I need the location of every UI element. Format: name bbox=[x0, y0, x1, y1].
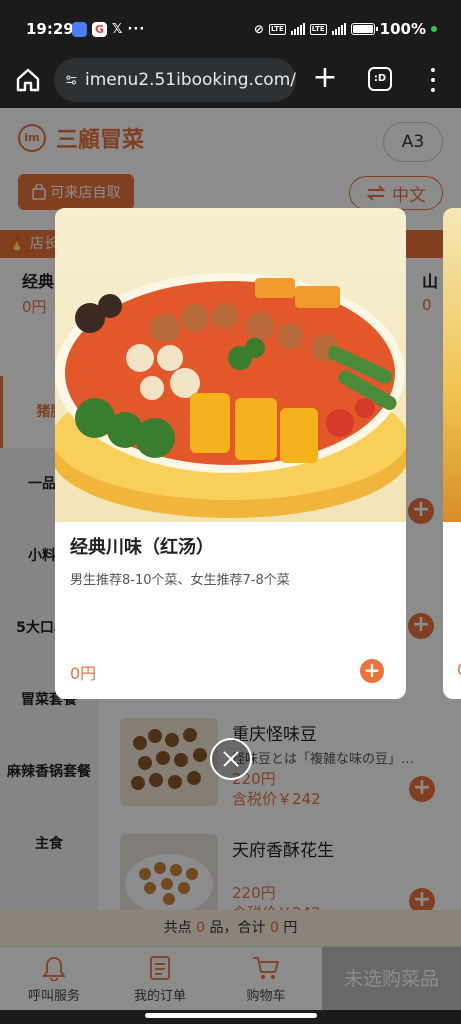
next-dish-card[interactable]: 0 bbox=[443, 208, 461, 699]
new-tab-button[interactable]: + bbox=[310, 63, 340, 94]
site-settings-icon[interactable] bbox=[66, 73, 77, 87]
next-dish-photo bbox=[443, 208, 461, 522]
browser-toolbar: imenu2.51ibooking.com/ + :D bbox=[0, 56, 461, 108]
add-dish-button[interactable]: + bbox=[360, 659, 384, 683]
next-dish-price: 0 bbox=[457, 660, 461, 679]
volte-icon-2: LTE bbox=[309, 23, 327, 35]
vibrate-off-icon: ⊘ bbox=[253, 22, 264, 36]
dish-recommendation: 男生推荐8-10个菜、女生推荐7-8个菜 bbox=[70, 573, 290, 588]
status-bar: 19:29 G 𝕏 ··· ⊘ LTE LTE 100% bbox=[0, 0, 461, 56]
home-icon[interactable] bbox=[14, 66, 42, 94]
address-bar[interactable]: imenu2.51ibooking.com/ bbox=[54, 58, 296, 102]
chat-app-icon bbox=[72, 22, 87, 37]
signal-icon-2 bbox=[331, 23, 346, 35]
volte-icon: LTE bbox=[268, 23, 286, 35]
more-notifications-icon: ··· bbox=[127, 22, 146, 37]
battery-icon bbox=[350, 23, 378, 35]
google-icon: G bbox=[92, 22, 107, 37]
x-app-icon: 𝕏 bbox=[112, 22, 123, 37]
status-indicators: ⊘ LTE LTE 100% bbox=[254, 20, 437, 38]
dish-detail-card: 经典川味（红汤） 男生推荐8-10个菜、女生推荐7-8个菜 0円 + bbox=[55, 208, 406, 699]
notification-icons: G 𝕏 ··· bbox=[72, 22, 145, 37]
system-nav-bar bbox=[0, 1010, 461, 1024]
status-time: 19:29 bbox=[26, 20, 74, 38]
privacy-dot bbox=[431, 26, 437, 32]
tab-switcher-button[interactable]: :D bbox=[368, 67, 392, 91]
dish-title: 经典川味（红汤） bbox=[70, 537, 214, 558]
home-gesture-pill[interactable] bbox=[145, 1013, 317, 1018]
battery-level: 100% bbox=[379, 20, 426, 38]
browser-menu-button[interactable] bbox=[426, 65, 440, 95]
close-icon[interactable] bbox=[210, 738, 252, 780]
dish-photo bbox=[55, 208, 406, 522]
url-text[interactable]: imenu2.51ibooking.com/ bbox=[85, 70, 296, 90]
dish-price: 0円 bbox=[70, 664, 97, 683]
signal-icon bbox=[290, 23, 305, 35]
